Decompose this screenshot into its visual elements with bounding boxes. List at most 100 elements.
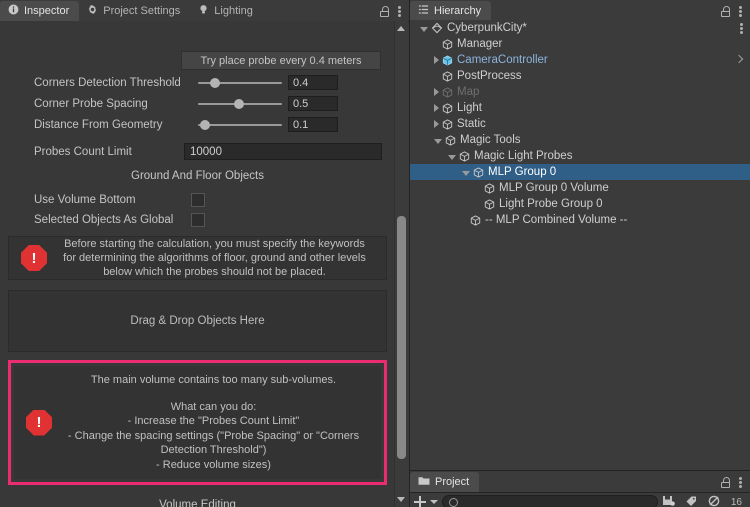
- folder-icon: [418, 476, 430, 489]
- checkbox-selected-objects-as-global[interactable]: [191, 213, 205, 227]
- drag-drop-objects-zone[interactable]: Drag & Drop Objects Here: [8, 290, 387, 352]
- inspector-scrollbar[interactable]: [394, 21, 408, 507]
- scroll-up-arrow-icon[interactable]: [397, 26, 405, 31]
- hierarchy-item-magic-tools[interactable]: Magic Tools: [410, 132, 750, 148]
- probe-spacing-tooltip: Try place probe every 0.4 meters: [181, 51, 381, 70]
- project-panel: Project 16: [410, 470, 750, 507]
- hierarchy-item-mlp-group-0[interactable]: MLP Group 0: [410, 164, 750, 180]
- tab-project-settings[interactable]: Project Settings: [79, 1, 190, 21]
- inspector-panel: Inspector Project Settings Lighting Try …: [0, 0, 410, 507]
- hierarchy-item-mlp-group-0-volume[interactable]: MLP Group 0 Volume: [410, 180, 750, 196]
- hierarchy-item-label: Magic Tools: [460, 134, 521, 146]
- tab-project-settings-label: Project Settings: [103, 5, 181, 17]
- hierarchy-item-manager[interactable]: Manager: [410, 36, 750, 52]
- warning-icon: !: [21, 245, 47, 271]
- project-tab-actions: [721, 476, 750, 492]
- save-filter-icon[interactable]: [662, 495, 675, 507]
- error-icon: !: [26, 409, 52, 436]
- tab-project-label: Project: [435, 476, 470, 488]
- slider-knob[interactable]: [199, 119, 210, 130]
- checkbox-use-volume-bottom[interactable]: [191, 193, 205, 207]
- slider-row-corner-probe-spacing: Corner Probe Spacing 0.5: [8, 94, 387, 113]
- error-line-3: - Increase the "Probes Count Limit": [127, 415, 300, 427]
- unity-editor-window: Inspector Project Settings Lighting Try …: [0, 0, 750, 507]
- label-probes-count-limit: Probes Count Limit: [34, 145, 132, 158]
- scroll-down-arrow-icon[interactable]: [397, 497, 405, 502]
- hierarchy-item-map[interactable]: Map: [410, 84, 750, 100]
- gameobject-cube-icon: [470, 214, 481, 226]
- scene-icon: [431, 22, 443, 34]
- label-distance-from-geometry: Distance From Geometry: [34, 118, 163, 131]
- hierarchy-item-label: Magic Light Probes: [474, 150, 573, 162]
- error-text: The main volume contains too many sub-vo…: [62, 366, 381, 479]
- lightbulb-icon: [198, 4, 209, 18]
- value-corner-probe-spacing[interactable]: 0.5: [288, 96, 338, 111]
- tab-hierarchy-label: Hierarchy: [434, 5, 482, 17]
- slider-knob[interactable]: [234, 98, 245, 109]
- label-corners-detection-threshold: Corners Detection Threshold: [34, 76, 181, 89]
- type-filter-icon[interactable]: [708, 495, 721, 507]
- expand-arrow-closed-icon[interactable]: [434, 120, 439, 128]
- keywords-info-panel: ! Before starting the calculation, you m…: [8, 236, 387, 280]
- input-probes-count-limit[interactable]: 10000: [184, 143, 382, 160]
- hierarchy-panel: Hierarchy All CyberpunkCity*ManagerCamer…: [410, 0, 750, 470]
- create-asset-icon[interactable]: [414, 496, 426, 507]
- hierarchy-tree[interactable]: CyberpunkCity* Manager CameraController Pos…: [410, 20, 750, 470]
- row-use-volume-bottom: Use Volume Bottom: [8, 190, 387, 210]
- slider-corners-detection-threshold[interactable]: [198, 76, 282, 90]
- gameobject-cube-icon: [442, 118, 453, 130]
- hierarchy-item-label: MLP Group 0: [488, 166, 557, 178]
- row-probes-count-limit: Probes Count Limit 10000: [8, 142, 387, 161]
- section-title-ground-and-floor: Ground And Floor Objects: [131, 170, 264, 182]
- chevron-down-icon[interactable]: [430, 500, 438, 504]
- hierarchy-item-cyberpunkcity[interactable]: CyberpunkCity*: [410, 20, 750, 36]
- hierarchy-item-label: -- MLP Combined Volume --: [485, 214, 628, 226]
- project-menu-icon[interactable]: [739, 476, 742, 489]
- gameobject-cube-icon: [459, 150, 470, 162]
- tab-lighting[interactable]: Lighting: [190, 1, 263, 21]
- lock-icon[interactable]: [721, 6, 730, 17]
- hierarchy-item-postprocess[interactable]: PostProcess: [410, 68, 750, 84]
- expand-arrow-closed-icon[interactable]: [434, 88, 439, 96]
- drag-drop-label: Drag & Drop Objects Here: [130, 315, 265, 327]
- gameobject-cube-icon: [442, 70, 453, 82]
- expand-arrow-closed-icon[interactable]: [434, 104, 439, 112]
- lock-icon[interactable]: [380, 6, 389, 17]
- value-corners-detection-threshold[interactable]: 0.4: [288, 75, 338, 90]
- lock-icon[interactable]: [721, 477, 730, 488]
- error-line-4: - Change the spacing settings ("Probe Sp…: [67, 429, 360, 442]
- hierarchy-item-cameracontroller[interactable]: CameraController: [410, 52, 750, 68]
- hierarchy-item-light[interactable]: Light: [410, 100, 750, 116]
- expand-arrow-open-icon[interactable]: [434, 138, 442, 144]
- slider-distance-from-geometry[interactable]: [198, 118, 282, 132]
- hierarchy-item-label: PostProcess: [457, 70, 522, 82]
- inspector-menu-icon[interactable]: [398, 5, 401, 18]
- tab-project[interactable]: Project: [410, 472, 480, 492]
- slider-track: [198, 123, 282, 126]
- project-search-input[interactable]: [442, 495, 658, 507]
- inspector-content: Try place probe every 0.4 meters Corners…: [0, 21, 395, 507]
- hierarchy-item-static[interactable]: Static: [410, 116, 750, 132]
- tab-inspector[interactable]: Inspector: [0, 1, 80, 21]
- slider-corner-probe-spacing[interactable]: [198, 97, 282, 111]
- expand-arrow-closed-icon[interactable]: [434, 56, 439, 64]
- expand-arrow-open-icon[interactable]: [420, 26, 428, 32]
- label-use-volume-bottom: Use Volume Bottom: [34, 194, 136, 206]
- scene-context-menu-icon[interactable]: [740, 22, 743, 35]
- hierarchy-menu-icon[interactable]: [739, 5, 742, 18]
- error-line-6: - Reduce volume sizes): [156, 458, 271, 471]
- label-filter-icon[interactable]: [685, 495, 698, 507]
- inspector-scroll-thumb[interactable]: [397, 216, 406, 459]
- tab-hierarchy[interactable]: Hierarchy: [410, 1, 492, 21]
- expand-arrow-open-icon[interactable]: [448, 154, 456, 160]
- error-line-5: Detection Threshold"): [160, 444, 267, 456]
- hierarchy-tabbar: Hierarchy: [410, 0, 750, 22]
- hierarchy-item-light-probe-group-0[interactable]: Light Probe Group 0: [410, 196, 750, 212]
- hierarchy-item-magic-light-probes[interactable]: Magic Light Probes: [410, 148, 750, 164]
- slider-knob[interactable]: [209, 77, 220, 88]
- value-distance-from-geometry[interactable]: 0.1: [288, 117, 338, 132]
- hierarchy-item-mlp-combined-volume[interactable]: -- MLP Combined Volume --: [410, 212, 750, 228]
- expand-arrow-open-icon[interactable]: [462, 170, 470, 176]
- section-title-volume-editing: Volume Editing: [159, 499, 236, 507]
- open-prefab-chevron-icon[interactable]: [734, 54, 744, 64]
